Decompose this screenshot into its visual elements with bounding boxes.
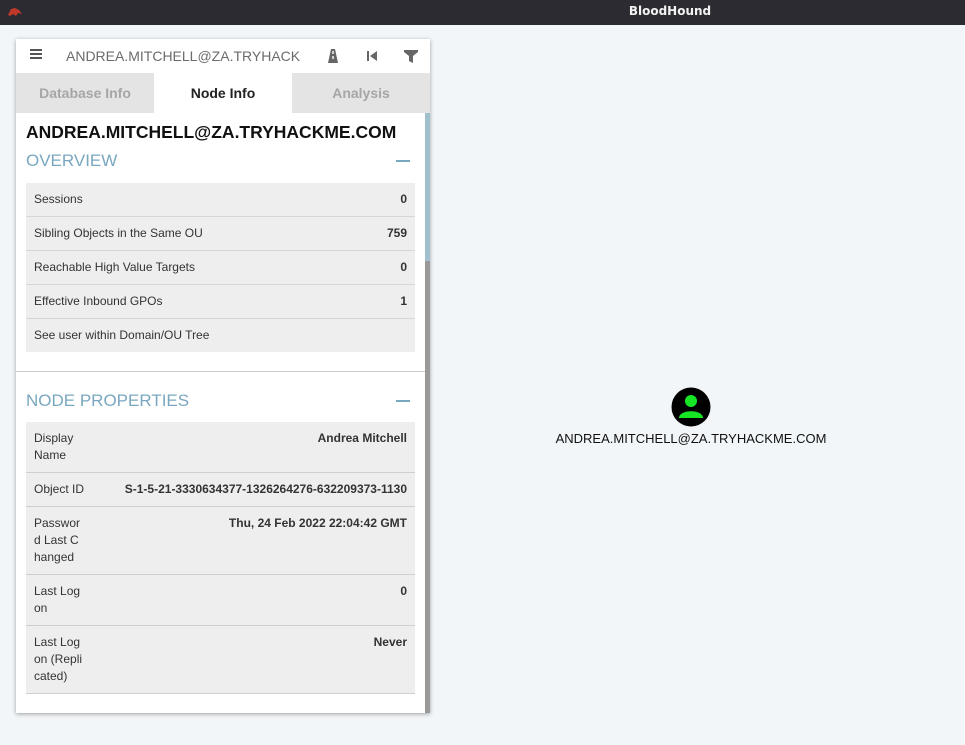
filter-icon[interactable] bbox=[403, 48, 419, 64]
row-label: Sibling Objects in the Same OU bbox=[34, 226, 203, 240]
property-label: Display Name bbox=[34, 431, 74, 462]
property-row-display-name: Display Name Andrea Mitchell bbox=[26, 422, 415, 473]
overview-header[interactable]: OVERVIEW bbox=[26, 151, 117, 171]
row-value: 0 bbox=[400, 260, 407, 274]
row-label: Sessions bbox=[34, 192, 83, 206]
node-panel: Database Info Node Info Analysis ANDREA.… bbox=[16, 39, 430, 713]
row-label: Reachable High Value Targets bbox=[34, 260, 195, 274]
minus-icon[interactable] bbox=[396, 160, 410, 162]
property-row-object-id: Object ID S-1-5-21-3330634377-1326264276… bbox=[26, 473, 415, 507]
scrollbar-thumb[interactable] bbox=[425, 113, 430, 261]
search-input[interactable] bbox=[60, 45, 316, 67]
menu-icon[interactable] bbox=[29, 47, 43, 63]
row-value: 0 bbox=[400, 192, 407, 206]
property-label: Password Last Changed bbox=[34, 516, 81, 564]
section-divider bbox=[16, 371, 425, 372]
window-title: BloodHound bbox=[628, 4, 712, 18]
property-row-last-logon-replicated: Last Logon (Replicated) Never bbox=[26, 626, 415, 694]
tab-analysis[interactable]: Analysis bbox=[292, 73, 430, 113]
road-icon[interactable] bbox=[325, 48, 341, 64]
node-title: ANDREA.MITCHELL@ZA.TRYHACKME.COM bbox=[26, 122, 397, 142]
user-icon[interactable] bbox=[671, 387, 711, 427]
property-label: Object ID bbox=[34, 482, 85, 496]
overview-row-inbound-gpos[interactable]: Effective Inbound GPOs 1 bbox=[26, 285, 415, 319]
property-value: S-1-5-21-3330634377-1326264276-632209373… bbox=[124, 482, 407, 496]
minus-icon[interactable] bbox=[396, 400, 410, 402]
tab-node-info[interactable]: Node Info bbox=[154, 73, 292, 113]
tab-bar: Database Info Node Info Analysis bbox=[16, 73, 430, 113]
property-row-password-last-changed: Password Last Changed Thu, 24 Feb 2022 2… bbox=[26, 507, 415, 575]
row-label: Effective Inbound GPOs bbox=[34, 294, 163, 308]
node-properties-header[interactable]: NODE PROPERTIES bbox=[26, 391, 189, 411]
row-label: See user within Domain/OU Tree bbox=[34, 328, 210, 342]
search-bar bbox=[16, 39, 430, 73]
property-label: Last Logon bbox=[34, 584, 81, 615]
overview-row-sessions[interactable]: Sessions 0 bbox=[26, 183, 415, 217]
property-label: Last Logon (Replicated) bbox=[34, 635, 83, 683]
window-titlebar: BloodHound bbox=[0, 0, 965, 25]
property-value: Andrea Mitchell bbox=[317, 431, 407, 445]
property-value: Thu, 24 Feb 2022 22:04:42 GMT bbox=[228, 516, 407, 530]
row-value: 759 bbox=[386, 226, 407, 240]
skip-back-icon[interactable] bbox=[364, 48, 380, 64]
graph-node-label: ANDREA.MITCHELL@ZA.TRYHACKME.COM bbox=[555, 431, 827, 446]
properties-table: Display Name Andrea Mitchell Object ID S… bbox=[26, 422, 415, 694]
property-row-last-logon: Last Logon 0 bbox=[26, 575, 415, 626]
overview-row-sibling-objects[interactable]: Sibling Objects in the Same OU 759 bbox=[26, 217, 415, 251]
tab-database-info[interactable]: Database Info bbox=[16, 73, 154, 113]
property-value: 0 bbox=[400, 584, 407, 598]
overview-row-reachable-hvt[interactable]: Reachable High Value Targets 0 bbox=[26, 251, 415, 285]
property-value: Never bbox=[373, 635, 407, 649]
overview-table: Sessions 0 Sibling Objects in the Same O… bbox=[26, 183, 415, 352]
node-info-content: ANDREA.MITCHELL@ZA.TRYHACKME.COM OVERVIE… bbox=[16, 113, 425, 713]
row-value: 1 bbox=[400, 294, 407, 308]
overview-row-ou-tree[interactable]: See user within Domain/OU Tree bbox=[26, 319, 415, 352]
